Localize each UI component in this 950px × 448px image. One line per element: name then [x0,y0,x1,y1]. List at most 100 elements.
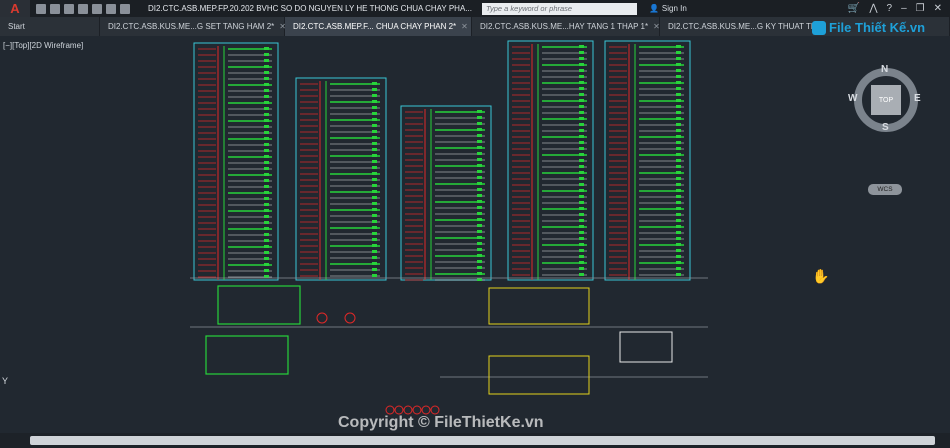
valve-symbol [264,107,269,110]
tab-document-2[interactable]: DI2.CTC.ASB.MEP.F... CHUA CHAY PHAN 2* ✕ [285,17,472,36]
valve-symbol [477,182,482,185]
valve-symbol [676,195,681,198]
valve-symbol [477,200,482,203]
minimize-icon[interactable]: – [901,3,907,14]
close-tab-icon[interactable]: ✕ [653,22,660,31]
tab-label: Start [8,22,25,31]
fire-pump-symbol [394,405,404,415]
valve-symbol [579,105,584,108]
valve-symbol [372,274,377,277]
valve-symbol [372,106,377,109]
compass-east[interactable]: E [914,93,921,104]
valve-symbol [372,94,377,97]
save-as-icon[interactable] [78,3,88,14]
compass-west[interactable]: W [848,93,857,104]
valve-symbol [372,232,377,235]
valve-symbol [264,185,269,188]
save-icon[interactable] [64,3,74,14]
wcs-menu[interactable]: WCS [868,184,902,195]
valve-symbol [676,57,681,60]
tab-document-1[interactable]: DI2.CTC.ASB.KUS.ME...G SET TANG HAM 2* ✕ [100,17,286,36]
valve-symbol [264,197,269,200]
valve-symbol [579,129,584,132]
valve-symbol [676,243,681,246]
valve-symbol [579,231,584,234]
valve-symbol [676,189,681,192]
drawing-viewport[interactable]: [−][Top][2D Wireframe] N S E W TOP WCS ✋… [0,36,950,433]
copyright-watermark: Copyright © FileThietKe.vn [338,414,544,431]
valve-symbol [477,164,482,167]
valve-symbol [579,153,584,156]
valve-symbol [372,226,377,229]
valve-symbol [579,237,584,240]
viewcube[interactable]: N S E W TOP [848,64,921,134]
valve-symbol [264,203,269,206]
tab-document-3[interactable]: DI2.CTC.ASB.KUS.ME...HAY TANG 1 THAP 1* ✕ [472,17,660,36]
valve-symbol [372,148,377,151]
valve-symbol [372,136,377,139]
valve-symbol [676,45,681,48]
share-icon[interactable]: ⋀ [869,3,877,14]
valve-symbol [579,159,584,162]
redo-icon[interactable] [120,3,130,14]
valve-symbol [676,123,681,126]
compass-south[interactable]: S [882,122,889,133]
valve-symbol [676,147,681,150]
search-input[interactable]: Type a keyword or phrase [481,2,637,15]
valve-symbol [579,195,584,198]
valve-symbol [264,167,269,170]
valve-symbol [579,69,584,72]
valve-symbol [579,213,584,216]
valve-symbol [372,238,377,241]
open-file-icon[interactable] [50,3,60,14]
valve-symbol [372,256,377,259]
compass-north[interactable]: N [881,64,888,75]
valve-symbol [372,184,377,187]
valve-symbol [372,220,377,223]
valve-symbol [579,171,584,174]
valve-symbol [264,143,269,146]
help-icon[interactable]: ? [887,3,893,14]
tab-start[interactable]: Start [0,17,100,36]
sign-in-button[interactable]: 👤 Sign In [649,4,687,13]
valve-symbol [372,202,377,205]
close-icon[interactable]: ✕ [934,3,942,14]
restore-icon[interactable]: ❐ [916,3,925,14]
undo-icon[interactable] [106,3,116,14]
plot-icon[interactable] [92,3,102,14]
fire-pump-symbol [430,405,440,415]
valve-symbol [579,117,584,120]
new-file-icon[interactable] [36,3,46,14]
valve-symbol [264,77,269,80]
application-menu-button[interactable]: A [0,0,30,17]
ucs-y-axis: Y [2,376,9,386]
valve-symbol [372,160,377,163]
valve-symbol [477,128,482,131]
close-tab-icon[interactable]: ✕ [461,22,468,31]
valve-symbol [579,123,584,126]
valve-symbol [264,251,269,254]
valve-symbol [676,111,681,114]
valve-symbol [676,183,681,186]
yellow-panel [488,355,590,395]
autocad-logo-icon: A [10,1,20,16]
horizontal-scrollbar[interactable] [30,436,935,445]
valve-symbol [676,87,681,90]
valve-symbol [264,119,269,122]
valve-symbol [676,225,681,228]
valve-symbol [477,248,482,251]
valve-symbol [579,81,584,84]
cart-icon[interactable]: 🛒 [848,3,860,14]
yellow-panel [488,287,590,325]
valve-symbol [264,263,269,266]
document-tab-bar: Start DI2.CTC.ASB.KUS.ME...G SET TANG HA… [0,17,950,36]
viewcube-top-face[interactable]: TOP [871,85,901,115]
valve-symbol [477,152,482,155]
valve-symbol [264,125,269,128]
valve-symbol [372,244,377,247]
valve-symbol [477,134,482,137]
valve-symbol [264,47,269,50]
valve-symbol [676,231,681,234]
valve-symbol [477,188,482,191]
valve-symbol [579,219,584,222]
